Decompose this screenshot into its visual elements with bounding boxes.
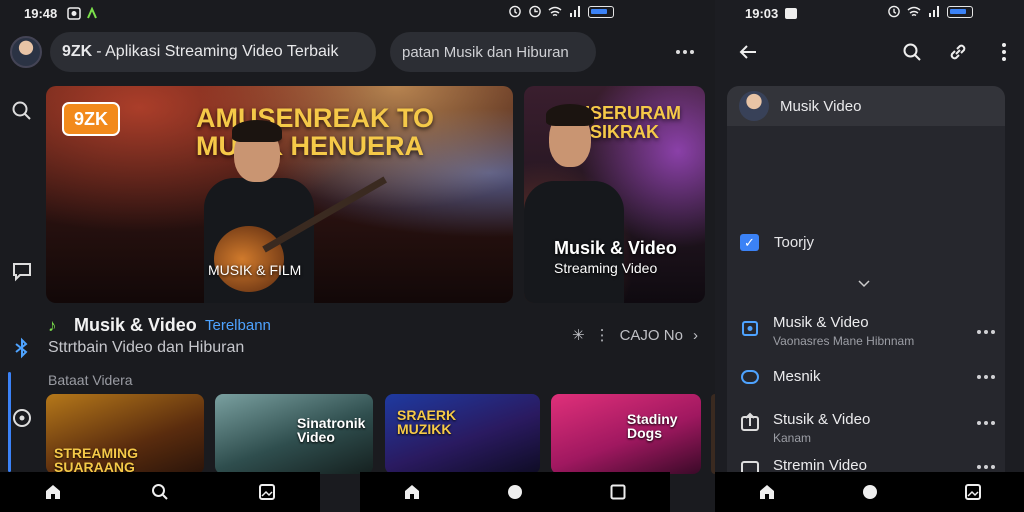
search-icon[interactable] <box>150 482 170 502</box>
upload-box-icon <box>741 412 759 431</box>
thumbnail-title: Stadiny Dogs <box>627 411 678 441</box>
section-tools-label: CAJO No <box>619 326 683 344</box>
card-header[interactable]: Musik Video <box>727 86 1005 126</box>
menu-card: Musik Video ✓ Toorjy Musik & Video Vaona… <box>727 86 1005 476</box>
left-screen: 19:48 9ZK - Aplikasi Streaming Video Ter… <box>0 0 715 512</box>
search-icon[interactable] <box>901 41 923 63</box>
app-subtitle: patan Musik dan Hiburan <box>402 43 569 61</box>
status-icons <box>508 5 614 18</box>
gallery-icon[interactable] <box>257 482 277 502</box>
search-icon[interactable] <box>10 99 34 123</box>
banner-caption-title: Musik & Video <box>554 238 677 258</box>
section-tools: ✳ ⋮ CAJO No › <box>572 326 698 345</box>
menu-row[interactable]: Mesnik <box>727 368 1005 398</box>
alarm-icon <box>888 5 900 18</box>
avatar <box>739 91 769 121</box>
row-more-icon[interactable] <box>977 421 995 425</box>
app-notification-icon <box>87 6 98 18</box>
home-icon[interactable] <box>402 482 422 502</box>
status-bar: 19:03 <box>745 0 798 26</box>
more-options-icon[interactable] <box>993 41 1015 63</box>
status-bar: 19:48 <box>24 0 99 26</box>
alarm-icon <box>509 5 521 18</box>
app-name: 9ZK <box>62 43 93 60</box>
video-thumbnail[interactable]: STREAMING SUARAANG <box>46 394 204 474</box>
app-title-pill[interactable]: 9ZK - Aplikasi Streaming Video Terbaik <box>50 32 376 72</box>
banner-caption: Musik & Video Streaming Video <box>554 238 677 276</box>
media-icon <box>742 321 758 336</box>
row-subtitle: Vaonasres Mane Hibnnam <box>773 334 915 348</box>
row-more-icon[interactable] <box>977 375 995 379</box>
video-thumbnail[interactable]: SRAERK MUZIKK <box>385 394 540 474</box>
section-subtitle: Sttrtbain Video dan Hiburan <box>48 339 245 356</box>
row-subtitle: Kanam <box>773 431 812 445</box>
circle-home-icon[interactable] <box>860 482 880 502</box>
battery-icon <box>947 5 973 18</box>
card-title: Musik Video <box>780 98 862 115</box>
app-title: - Aplikasi Streaming Video Terbaik <box>96 43 339 60</box>
status-icons <box>887 5 973 18</box>
row-title: Stusik & Video <box>773 411 871 428</box>
chevron-down-icon[interactable] <box>857 276 871 290</box>
avatar[interactable] <box>10 36 42 68</box>
bluetooth-icon[interactable] <box>10 336 34 360</box>
section-link[interactable]: Terelbann <box>205 317 271 334</box>
subtitle-pill[interactable]: patan Musik dan Hiburan <box>390 32 596 72</box>
notification-icon <box>67 6 81 20</box>
home-icon[interactable] <box>757 482 777 502</box>
banner-caption-subtitle: Streaming Video <box>554 259 658 276</box>
row-title: Mesnik <box>773 368 821 385</box>
row-more-icon[interactable] <box>977 330 995 334</box>
music-note-icon: ♪ <box>48 316 57 335</box>
menu-row[interactable]: Stusik & Video Kanam <box>727 411 1005 451</box>
video-thumbnail[interactable]: Sinatronik Video <box>215 394 373 474</box>
section-title: Musik & Video <box>74 315 197 335</box>
battery-icon <box>588 5 614 18</box>
gallery-icon[interactable] <box>963 482 983 502</box>
circle-home-icon[interactable] <box>505 482 525 502</box>
thumbnail-title: Sinatronik Video <box>297 415 366 445</box>
message-icon[interactable] <box>10 259 34 283</box>
checkbox[interactable]: ✓ <box>740 234 759 251</box>
video-thumbnail[interactable]: Stadiny Dogs <box>551 394 701 474</box>
row-title: Musik & Video <box>773 314 869 331</box>
status-time: 19:48 <box>24 5 58 21</box>
thumbnail-title: SRAERK MUZIKK <box>397 407 457 437</box>
checkbox-label: Toorjy <box>774 234 815 251</box>
link-icon[interactable] <box>947 41 969 63</box>
recents-icon[interactable] <box>608 482 628 502</box>
row-more-icon[interactable] <box>977 465 995 469</box>
more-options-icon[interactable] <box>672 40 698 64</box>
wifi-icon <box>548 6 562 17</box>
bottom-nav <box>0 472 320 512</box>
bottom-nav <box>715 472 1024 512</box>
right-screen: 19:03 Musik Video ✓ Toorjy Musik & Video… <box>715 0 1024 512</box>
compass-icon[interactable] <box>10 406 34 430</box>
signal-icon <box>570 6 580 17</box>
status-time: 19:03 <box>745 5 779 21</box>
cloud-icon <box>741 370 759 384</box>
back-arrow-icon[interactable] <box>737 41 759 63</box>
secondary-banner[interactable]: MUSERURAM MUSIKRAK Musik & Video Streami… <box>524 86 705 303</box>
right-top-bar <box>715 36 1024 68</box>
chevron-right-icon[interactable]: › <box>693 327 698 344</box>
banner-logo: 9ZK <box>62 102 120 136</box>
list-label: Bataat Videra <box>48 372 133 388</box>
notification-icon <box>785 7 798 19</box>
thumbnail-title: STREAMING SUARAANG <box>54 445 138 474</box>
menu-row[interactable]: Musik & Video Vaonasres Mane Hibnnam <box>727 314 1005 354</box>
featured-banner[interactable]: 9ZK AMUSENREAK TO MUSIK HENUERA MUSIK & … <box>46 86 513 303</box>
bottom-nav-2 <box>360 472 670 512</box>
signal-icon <box>929 6 939 17</box>
sparkle-icon[interactable]: ✳ <box>572 326 585 344</box>
home-icon[interactable] <box>43 482 63 502</box>
banner-caption: MUSIK & FILM <box>208 262 302 278</box>
wifi-icon <box>907 6 921 17</box>
kebab-icon[interactable]: ⋮ <box>595 326 610 344</box>
clock-icon <box>529 5 541 18</box>
